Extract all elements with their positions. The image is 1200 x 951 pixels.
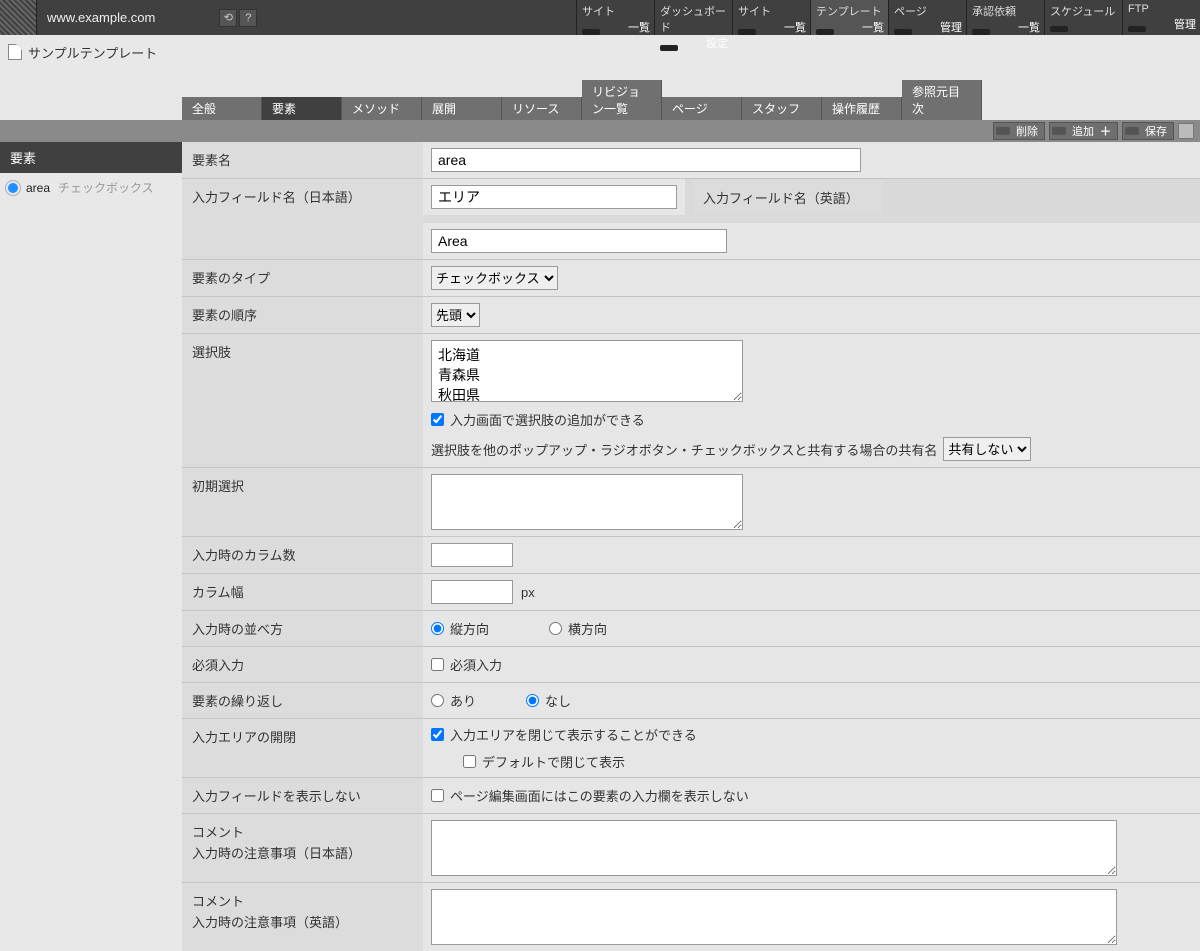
page-title: サンプルテンプレート <box>28 43 157 62</box>
nav-label: 承認依頼 <box>972 3 1040 19</box>
required-checkbox[interactable] <box>431 658 444 671</box>
app-logo[interactable] <box>0 0 37 35</box>
label-hide-field: 入力フィールドを表示しない <box>182 778 423 813</box>
collapse-can-close-checkbox[interactable] <box>431 728 444 741</box>
label-required: 必須入力 <box>182 647 423 682</box>
label-collapse: 入力エリアの開閉 <box>182 719 423 777</box>
layout-vertical-radio[interactable] <box>431 622 444 635</box>
main: 要素 area チェックボックス 要素名 入力フィールド名（日本語） 入力フィー… <box>0 142 1200 951</box>
comment-ja-textarea[interactable] <box>431 820 1117 876</box>
columns-input[interactable] <box>431 543 513 567</box>
initial-selection-textarea[interactable] <box>431 474 743 530</box>
collapse-default-closed-checkbox[interactable] <box>463 755 476 768</box>
label-layout: 入力時の並べ方 <box>182 611 423 646</box>
nav-label: テンプレート <box>816 3 884 19</box>
hide-field-checkbox[interactable] <box>431 789 444 802</box>
topbar: www.example.com ⟲ ? サイト 一覧 ダッシュボード 設定 サイ… <box>0 0 1200 35</box>
label-columns: 入力時のカラム数 <box>182 537 423 573</box>
nav-page[interactable]: ページ 管理 <box>888 0 966 35</box>
tab-general[interactable]: 全般 <box>182 97 262 120</box>
element-type-select[interactable]: チェックボックス <box>431 266 558 290</box>
comment-en-textarea[interactable] <box>431 889 1117 945</box>
bullet-icon <box>8 183 18 193</box>
nav-label: FTP <box>1128 3 1196 15</box>
tab-resource[interactable]: リソース <box>502 97 582 120</box>
label-input-field-ja: 入力フィールド名（日本語） <box>182 179 423 259</box>
label-element-order: 要素の順序 <box>182 297 423 333</box>
nav-label: サイト <box>738 3 806 19</box>
nav-dashboard[interactable]: ダッシュボード 設定 <box>654 0 732 35</box>
tab-references[interactable]: 参照元目次 <box>902 80 982 120</box>
nav-label: スケジュール <box>1050 3 1118 19</box>
tab-revisions[interactable]: リビジョン一覧 <box>582 80 662 120</box>
nav-label: ダッシュボード <box>660 3 728 35</box>
column-width-unit: px <box>521 585 535 600</box>
repeat-no-radio[interactable] <box>526 694 539 707</box>
tab-page[interactable]: ページ <box>662 97 742 120</box>
column-width-input[interactable] <box>431 580 513 604</box>
plus-icon: ＋ <box>1100 123 1111 139</box>
label-column-width: カラム幅 <box>182 574 423 610</box>
titlebar: サンプルテンプレート <box>0 35 1200 69</box>
label-element-type: 要素のタイプ <box>182 260 423 296</box>
choices-textarea[interactable] <box>431 340 743 402</box>
label-comment-ja: コメント 入力時の注意事項（日本語） <box>182 814 423 882</box>
nav-template[interactable]: テンプレート 一覧 <box>810 0 888 35</box>
choices-allow-add-label: 入力画面で選択肢の追加ができる <box>450 410 645 429</box>
help-icon[interactable]: ? <box>239 9 257 27</box>
sidebar-item-name: area <box>26 181 50 195</box>
sidebar-item-type: チェックボックス <box>58 179 154 196</box>
refresh-icon[interactable]: ⟲ <box>219 9 237 27</box>
input-field-en[interactable] <box>431 229 727 253</box>
nav-schedule[interactable]: スケジュール <box>1044 0 1122 35</box>
nav-ftp[interactable]: FTP 管理 <box>1122 0 1200 35</box>
element-order-select[interactable]: 先頭 <box>431 303 480 327</box>
label-initial-selection: 初期選択 <box>182 468 423 536</box>
content: 要素名 入力フィールド名（日本語） 入力フィールド名（英語） 要素のタイプ <box>182 142 1200 951</box>
choices-share-select[interactable]: 共有しない <box>943 437 1031 461</box>
nav-label: サイト <box>582 3 650 19</box>
tab-element[interactable]: 要素 <box>262 97 342 120</box>
label-element-name: 要素名 <box>182 142 423 178</box>
tab-history[interactable]: 操作履歴 <box>822 97 902 120</box>
tabs: 全般 要素 メソッド 展開 リソース リビジョン一覧 ページ スタッフ 操作履歴… <box>0 99 1200 120</box>
nav-site2[interactable]: サイト 一覧 <box>732 0 810 35</box>
url-display: www.example.com <box>37 0 213 35</box>
tab-deploy[interactable]: 展開 <box>422 97 502 120</box>
clipboard-icon[interactable] <box>1178 123 1194 139</box>
label-input-field-en: 入力フィールド名（英語） <box>693 180 883 215</box>
top-nav: サイト 一覧 ダッシュボード 設定 サイト 一覧 テンプレート 一覧 ページ 管… <box>576 0 1200 35</box>
tab-method[interactable]: メソッド <box>342 97 422 120</box>
choices-share-note: 選択肢を他のポップアップ・ラジオボタン・チェックボックスと共有する場合の共有名 <box>431 440 937 459</box>
sidebar: 要素 area チェックボックス <box>0 142 182 202</box>
layout-horizontal-radio[interactable] <box>549 622 562 635</box>
save-button[interactable]: 保存 <box>1122 122 1174 140</box>
nav-approval[interactable]: 承認依頼 一覧 <box>966 0 1044 35</box>
choices-allow-add-checkbox[interactable] <box>431 413 444 426</box>
sidebar-heading: 要素 <box>0 142 182 173</box>
add-button[interactable]: 追加＋ <box>1049 122 1118 140</box>
nav-label: ページ <box>894 3 962 19</box>
input-field-ja[interactable] <box>431 185 677 209</box>
repeat-yes-radio[interactable] <box>431 694 444 707</box>
delete-button[interactable]: 削除 <box>993 122 1045 140</box>
tab-staff[interactable]: スタッフ <box>742 97 822 120</box>
label-repeat: 要素の繰り返し <box>182 683 423 718</box>
sidebar-item-area[interactable]: area チェックボックス <box>0 173 182 202</box>
actionbar: 削除 追加＋ 保存 <box>0 120 1200 142</box>
element-name-input[interactable] <box>431 148 861 172</box>
document-icon <box>8 44 22 60</box>
label-choices: 選択肢 <box>182 334 423 467</box>
nav-site[interactable]: サイト 一覧 <box>576 0 654 35</box>
label-comment-en: コメント 入力時の注意事項（英語） <box>182 883 423 951</box>
